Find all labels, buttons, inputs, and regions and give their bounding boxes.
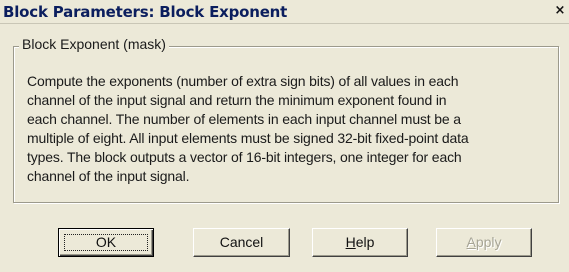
title-bar[interactable]: Block Parameters: Block Exponent × [0, 0, 569, 24]
close-icon[interactable]: × [553, 4, 567, 18]
block-description: Compute the exponents (number of extra s… [27, 73, 469, 184]
dialog-window: Block Parameters: Block Exponent × Block… [0, 0, 569, 272]
apply-button-label: pply [475, 234, 502, 250]
cancel-button-label: Cancel [219, 234, 264, 250]
cancel-button[interactable]: Cancel [193, 228, 290, 257]
ok-button[interactable]: OK [58, 228, 154, 257]
groupbox-legend: Block Exponent (mask) [19, 36, 169, 52]
help-button[interactable]: Help [312, 228, 408, 257]
apply-button-mnemonic: A [466, 234, 476, 250]
apply-button: Apply [436, 228, 532, 257]
help-button-mnemonic: H [345, 234, 356, 250]
window-title: Block Parameters: Block Exponent [3, 3, 288, 21]
help-button-label: elp [355, 234, 375, 250]
ok-button-label: OK [95, 234, 117, 250]
